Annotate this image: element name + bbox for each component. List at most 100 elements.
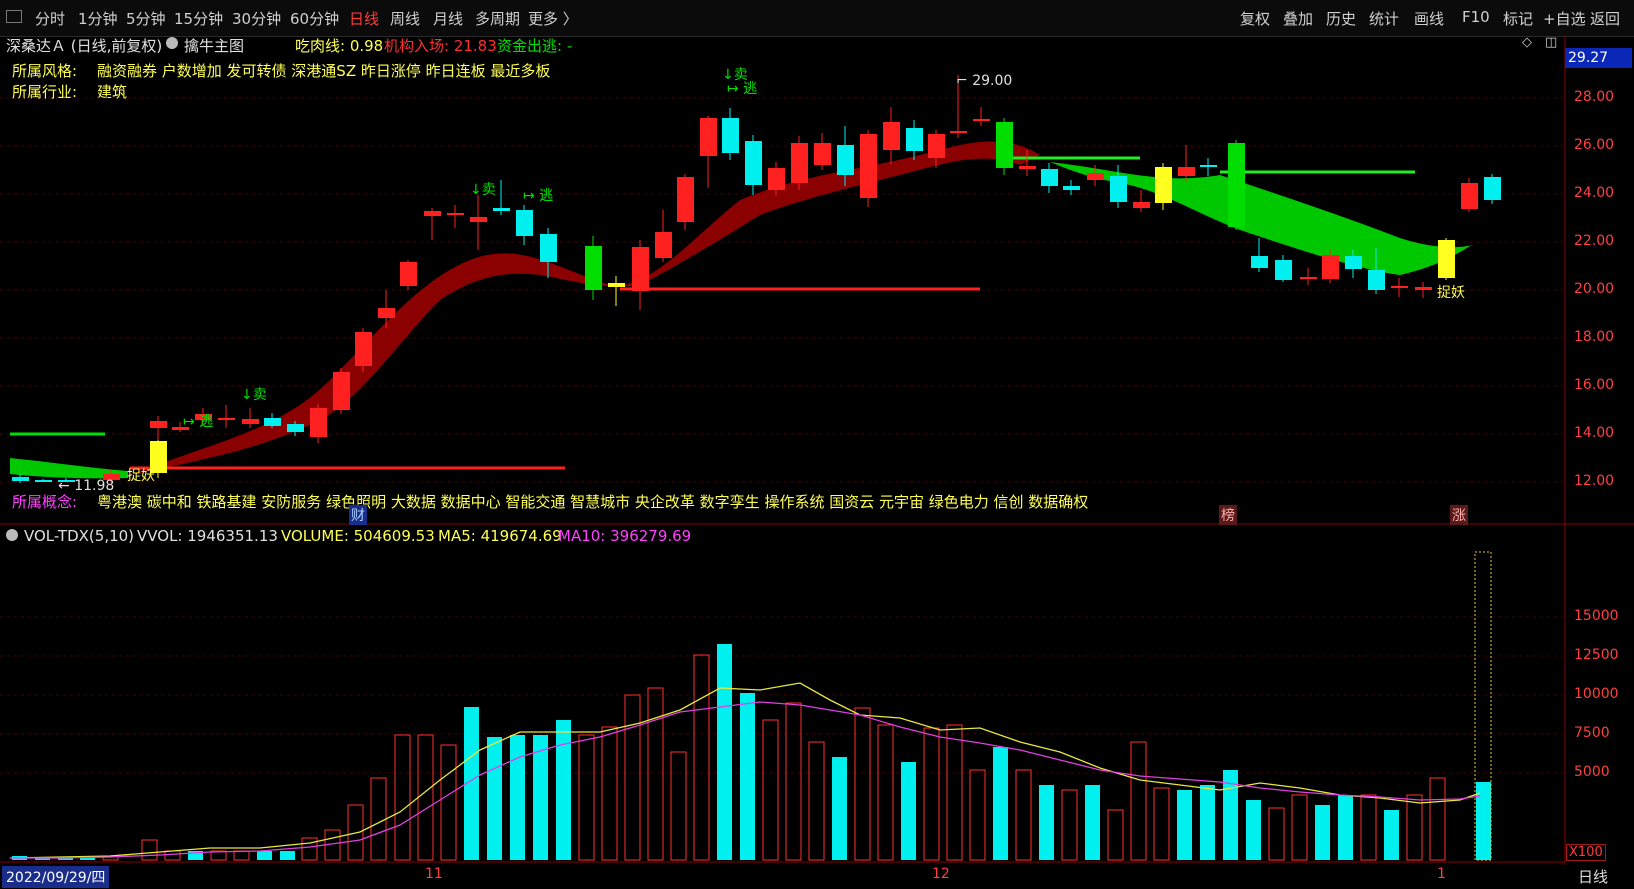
candle-body bbox=[264, 418, 281, 426]
volume-bar bbox=[280, 851, 295, 860]
vol-title[interactable]: VOL-TDX(5,10) bbox=[24, 527, 134, 545]
volume-tick: 15000 bbox=[1574, 608, 1619, 624]
candle-body bbox=[378, 308, 395, 318]
volume-bar bbox=[578, 734, 595, 861]
volume-bar bbox=[1246, 800, 1261, 860]
period-label: 日线 bbox=[1578, 868, 1609, 886]
price-tick: 22.00 bbox=[1574, 233, 1615, 249]
zhang-marker[interactable]: 涨 bbox=[1450, 505, 1468, 525]
volume-grid bbox=[0, 616, 1565, 774]
high-price-label: ⌐ 29.00 bbox=[956, 73, 1013, 89]
volume-bar bbox=[693, 654, 710, 861]
volume-bar bbox=[1015, 769, 1032, 861]
x-label-nov: 11 bbox=[425, 866, 443, 882]
volume-bar bbox=[1268, 807, 1285, 861]
candle-body bbox=[632, 247, 649, 291]
escape-label-1: ↦ 逃 bbox=[183, 414, 214, 430]
candle-body bbox=[1087, 173, 1104, 180]
x-label-dec: 12 bbox=[932, 866, 950, 882]
volume-bar bbox=[1200, 785, 1215, 860]
vvol-value: VVOL: 1946351.13 bbox=[137, 527, 278, 545]
candle-body bbox=[928, 134, 945, 158]
candle-body bbox=[1438, 240, 1455, 278]
candle-body bbox=[722, 118, 739, 153]
volume-tick: 5000 bbox=[1574, 764, 1610, 780]
volume-bar bbox=[1338, 795, 1353, 860]
catch-label-2: 捉妖 bbox=[1437, 285, 1465, 301]
volume-bar bbox=[1360, 794, 1377, 861]
candle-body bbox=[1133, 202, 1150, 208]
volume-bar bbox=[740, 693, 755, 860]
candle-body bbox=[655, 232, 672, 258]
volume-bar bbox=[877, 724, 894, 861]
ma10-value: MA10: 396279.69 bbox=[558, 527, 692, 545]
volume-bar bbox=[946, 724, 963, 861]
volume-bar bbox=[901, 762, 916, 860]
candle-body bbox=[837, 145, 854, 175]
candle-body bbox=[608, 283, 625, 287]
volume-bar bbox=[923, 727, 940, 861]
candle-body bbox=[700, 118, 717, 156]
volume-bar bbox=[510, 735, 525, 860]
candle-body bbox=[745, 141, 762, 185]
ma5-value: MA5: 419674.69 bbox=[438, 527, 562, 545]
volume-bar bbox=[370, 777, 387, 861]
candle-body bbox=[1275, 260, 1292, 280]
candle-body bbox=[493, 208, 510, 211]
volume-bar bbox=[969, 769, 986, 861]
volume-bar bbox=[808, 741, 825, 861]
price-tick: 18.00 bbox=[1574, 329, 1615, 345]
candle-body bbox=[1415, 287, 1432, 290]
candle-body bbox=[1484, 177, 1501, 200]
volume-bar bbox=[487, 737, 502, 860]
price-tick: 20.00 bbox=[1574, 281, 1615, 297]
volume-bar bbox=[762, 719, 779, 861]
bang-marker[interactable]: 榜 bbox=[1219, 505, 1237, 525]
volume-bar bbox=[440, 744, 457, 861]
candle-body bbox=[814, 143, 831, 165]
kline-chart[interactable] bbox=[0, 0, 1634, 889]
candle-body bbox=[860, 134, 877, 198]
candle-body bbox=[1251, 256, 1268, 268]
candle-body bbox=[35, 480, 52, 482]
volume-bar bbox=[1130, 741, 1147, 861]
volume-tick: 12500 bbox=[1574, 647, 1619, 663]
volume-bar bbox=[1406, 794, 1423, 861]
candle-body bbox=[470, 217, 487, 222]
candle-body bbox=[287, 424, 304, 432]
volume-bar bbox=[1429, 777, 1446, 861]
candle-body bbox=[355, 332, 372, 366]
candle-body bbox=[677, 177, 694, 222]
low-price-label: ← 11.98 bbox=[58, 478, 115, 494]
candle-body bbox=[1110, 176, 1127, 202]
volume-bar bbox=[556, 720, 571, 860]
candle-body bbox=[996, 122, 1013, 168]
current-price-tag: 29.27 bbox=[1565, 48, 1632, 68]
x-label-jan: 1 bbox=[1437, 866, 1446, 882]
volume-unit: X100 bbox=[1566, 844, 1606, 861]
candle-body bbox=[906, 128, 923, 151]
volume-value: VOLUME: 504609.53 bbox=[281, 527, 435, 545]
price-tick: 24.00 bbox=[1574, 185, 1615, 201]
candle-body bbox=[950, 131, 967, 133]
candle-body bbox=[1155, 167, 1172, 203]
volume-bar bbox=[832, 757, 847, 860]
candle-body bbox=[1300, 277, 1317, 279]
candle-body bbox=[1368, 270, 1385, 290]
candle-body bbox=[1178, 167, 1195, 176]
price-tick: 26.00 bbox=[1574, 137, 1615, 153]
volume-bar bbox=[394, 734, 411, 861]
candle-body bbox=[1345, 256, 1362, 269]
volume-bar bbox=[257, 851, 272, 860]
sell-label-1: ↓卖 bbox=[241, 387, 267, 403]
volume-bar bbox=[647, 687, 664, 861]
price-tick: 12.00 bbox=[1574, 473, 1615, 489]
volume-bars bbox=[12, 644, 1491, 861]
escape-label-3: ↦ 逃 bbox=[727, 81, 758, 97]
volume-bar bbox=[1085, 785, 1100, 860]
volume-bar bbox=[624, 694, 641, 861]
candle-body bbox=[1063, 186, 1080, 190]
candle-body bbox=[242, 419, 259, 424]
candle-body bbox=[791, 143, 808, 183]
cai-marker[interactable]: 财 bbox=[349, 505, 367, 525]
